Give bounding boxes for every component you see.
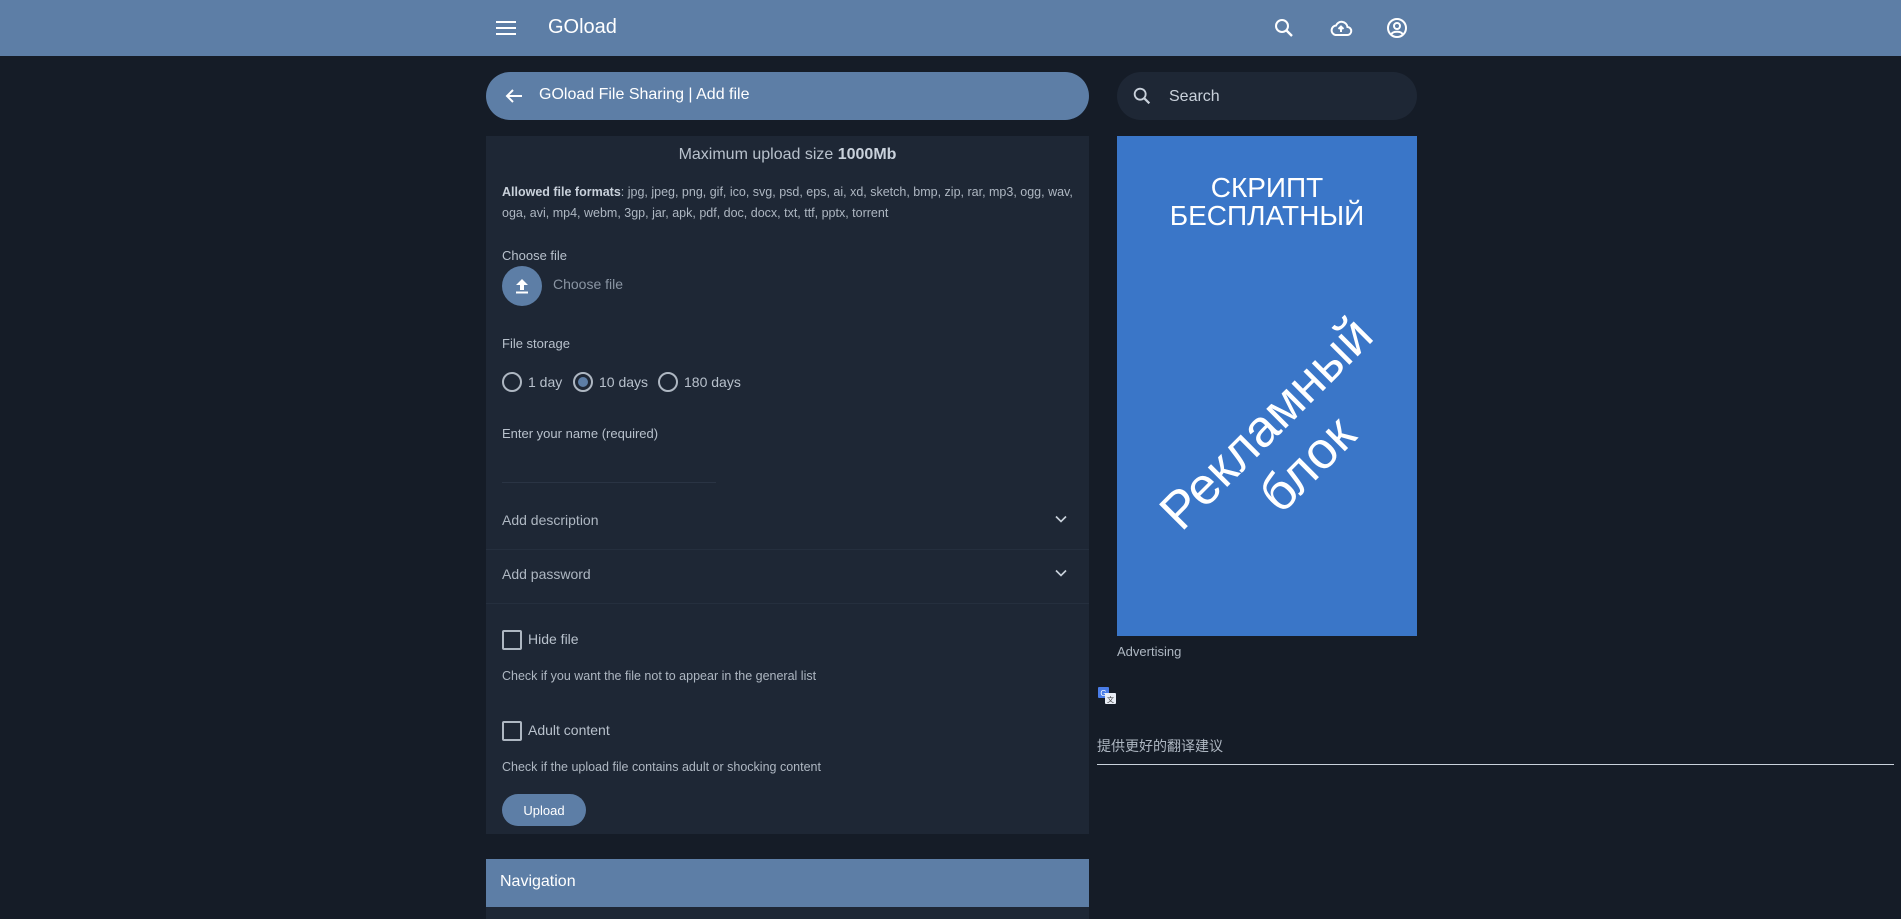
top-app-bar: GOload — [0, 0, 1901, 56]
radio-button-selected[interactable] — [573, 372, 593, 392]
add-description-expander[interactable]: Add description — [486, 495, 1089, 550]
allowed-formats-label: Allowed file formats — [502, 185, 621, 199]
navigation-panel — [486, 907, 1089, 919]
chevron-down-icon — [1055, 515, 1067, 523]
max-upload-size: Maximum upload size 1000Mb — [486, 146, 1089, 164]
brand-title[interactable]: GOload — [548, 16, 617, 39]
file-storage-label: File storage — [502, 336, 570, 351]
advertising-label: Advertising — [1117, 644, 1182, 659]
search-icon — [1133, 87, 1151, 105]
name-input[interactable] — [502, 456, 716, 483]
svg-text:文: 文 — [1107, 695, 1114, 704]
choose-file-button[interactable] — [502, 266, 542, 306]
upload-icon — [516, 279, 528, 294]
translate-icon[interactable]: G 文 — [1097, 686, 1117, 706]
adult-content-hint: Check if the upload file contains adult … — [502, 760, 821, 774]
cloud-upload-icon[interactable] — [1329, 16, 1353, 40]
max-upload-label: Maximum upload size — [678, 146, 838, 163]
max-upload-value: 1000Mb — [837, 146, 897, 163]
checkbox-box[interactable] — [502, 721, 522, 741]
add-password-expander[interactable]: Add password — [486, 549, 1089, 604]
search-input[interactable] — [1167, 84, 1401, 110]
page-title: GOload File Sharing | Add file — [539, 86, 750, 103]
adult-content-label: Adult content — [528, 722, 610, 738]
name-field-label: Enter your name (required) — [502, 426, 659, 441]
translation-suggestion-link[interactable]: 提供更好的翻译建议 — [1097, 736, 1894, 765]
choose-file-label: Choose file — [502, 248, 568, 263]
account-circle-icon[interactable] — [1385, 16, 1409, 40]
advertising-banner[interactable]: СКРИПТ БЕСПЛАТНЫЙ Рекламный блок — [1117, 136, 1417, 636]
add-file-form: Maximum upload size 1000Mb Allowed file … — [486, 136, 1089, 834]
checkbox-box[interactable] — [502, 630, 522, 650]
storage-option-label: 1 day — [528, 374, 563, 390]
ad-headline: СКРИПТ БЕСПЛАТНЫЙ — [1117, 174, 1417, 230]
ad-line-1: СКРИПТ — [1210, 172, 1324, 203]
hide-file-hint: Check if you want the file not to appear… — [502, 669, 817, 683]
add-password-label: Add password — [502, 566, 591, 582]
search-box — [1117, 72, 1417, 120]
page-title-bar: GOload File Sharing | Add file — [486, 72, 1089, 120]
adult-content-checkbox[interactable]: Adult content — [502, 721, 610, 741]
storage-option-label: 180 days — [684, 374, 741, 390]
menu-icon[interactable] — [494, 18, 518, 38]
ad-diagonal-text: Рекламный блок — [1140, 297, 1417, 591]
storage-option-label: 10 days — [599, 374, 649, 390]
chevron-down-icon — [1055, 569, 1067, 577]
add-description-label: Add description — [502, 512, 599, 528]
navigation-header: Navigation — [486, 859, 1089, 907]
navigation-title: Navigation — [500, 873, 576, 890]
upload-button[interactable]: Upload — [502, 794, 586, 826]
choose-file-field[interactable]: Choose file — [553, 276, 623, 292]
ad-line-2: БЕСПЛАТНЫЙ — [1169, 200, 1365, 231]
allowed-formats: Allowed file formats: jpg, jpeg, png, gi… — [502, 182, 1077, 224]
search-icon[interactable] — [1272, 16, 1296, 40]
arrow-back-icon[interactable] — [502, 84, 526, 108]
hide-file-label: Hide file — [528, 631, 579, 647]
radio-button[interactable] — [502, 372, 522, 392]
radio-button[interactable] — [658, 372, 678, 392]
hide-file-checkbox[interactable]: Hide file — [502, 630, 579, 650]
